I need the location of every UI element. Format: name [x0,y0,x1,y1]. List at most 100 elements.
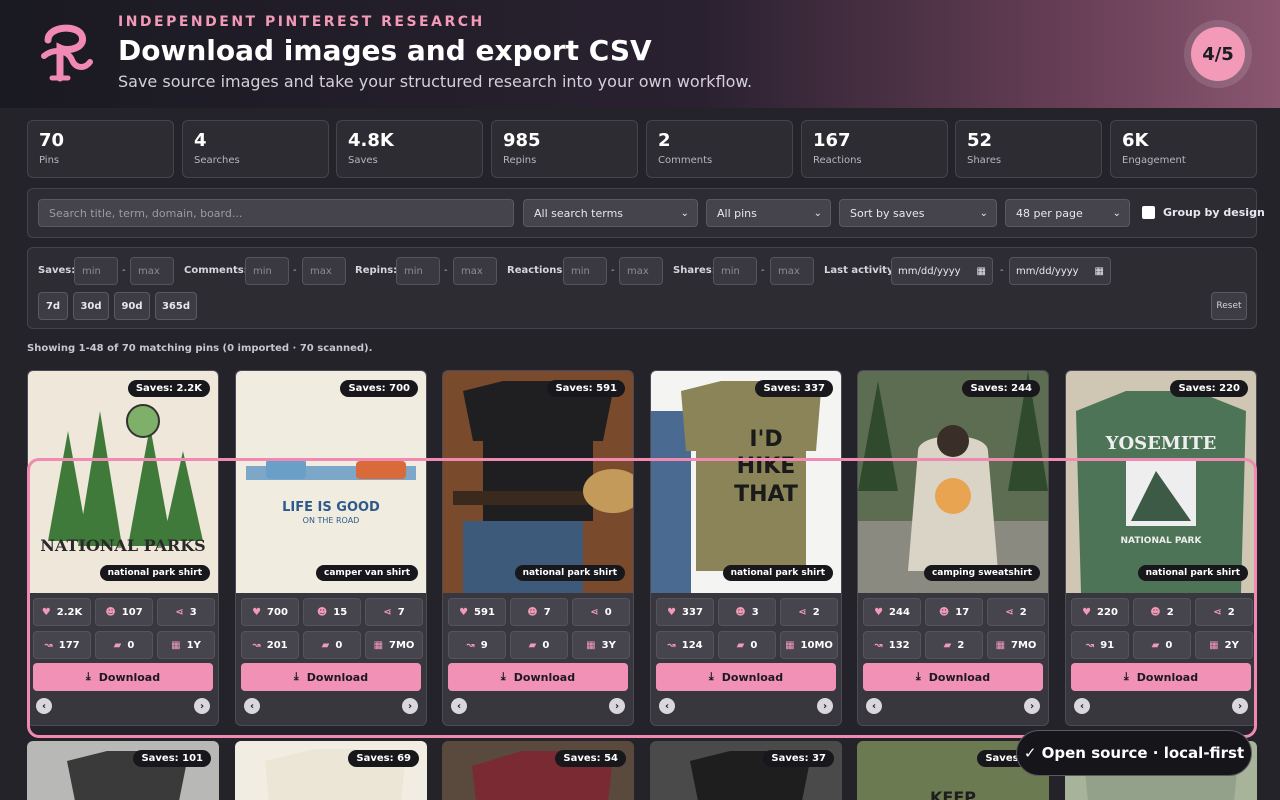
age-stat-value: 7MO [389,639,415,651]
smile-icon: ☻ [105,606,116,618]
shares-min-input[interactable]: min [713,257,757,285]
repins-min-input[interactable]: min [396,257,440,285]
shares-max-input[interactable]: max [770,257,814,285]
next-image-button[interactable]: › [1232,698,1248,714]
shares-stat: ⋖ 7 [365,598,423,626]
search-term-select[interactable]: All search terms ⌄ [523,199,698,227]
prev-image-button[interactable]: ‹ [866,698,882,714]
download-button[interactable]: ⤓ Download [656,663,836,691]
pin-type-value: All pins [717,206,757,220]
range-chip-90d[interactable]: 90d [114,292,150,320]
heart-icon: ♥ [252,606,262,618]
comments-max-input[interactable]: max [302,257,346,285]
download-button[interactable]: ⤓ Download [241,663,421,691]
reactions-min-input[interactable]: min [563,257,607,285]
per-page-select[interactable]: 48 per page ⌄ [1005,199,1130,227]
pin-card[interactable]: Saves: 244 camping sweatshirt ♥ 244 ☻ 17 ⋖ 2 ↝ 13… [857,370,1049,726]
share-icon: ⋖ [798,606,807,618]
shares-stat: ⋖ 2 [780,598,838,626]
range-chip-365d[interactable]: 365d [155,292,197,320]
download-label: Download [98,670,161,684]
repin-icon: ↝ [466,639,475,651]
stat-value: 167 [813,130,851,151]
comments-stat: ▰ 2 [925,631,983,659]
pin-type-select[interactable]: All pins ⌄ [706,199,831,227]
repin-icon: ↝ [44,639,53,651]
smile-icon: ☻ [316,606,328,618]
next-image-button[interactable]: › [817,698,833,714]
download-label: Download [513,670,576,684]
sort-value: Sort by saves [850,206,925,220]
download-label: Download [721,670,784,684]
prev-image-button[interactable]: ‹ [36,698,52,714]
next-image-button[interactable]: › [1024,698,1040,714]
stat-card-repins: 985 Repins [491,120,638,178]
repins-stat-value: 9 [480,639,488,651]
pin-card[interactable]: Saves: 54 [442,741,634,800]
stat-card-searches: 4 Searches [182,120,329,178]
heart-icon: ♥ [41,606,51,618]
heart-icon: ♥ [667,606,677,618]
reactions-max-input[interactable]: max [619,257,663,285]
saves-badge: Saves: 37 [763,750,834,767]
saves-badge: Saves: 591 [547,380,625,397]
next-image-button[interactable]: › [194,698,210,714]
age-stat: ▦ 3Y [572,631,630,659]
prev-image-button[interactable]: ‹ [659,698,675,714]
range-chip-7d[interactable]: 7d [38,292,68,320]
date-to-input[interactable]: mm/dd/yyyy ▦ [1009,257,1111,285]
search-input[interactable]: Search title, term, domain, board... [38,199,514,227]
heart-icon: ♥ [459,606,469,618]
prev-image-button[interactable]: ‹ [1074,698,1090,714]
comments-min-input[interactable]: min [245,257,289,285]
shares-stat: ⋖ 2 [987,598,1045,626]
pin-card[interactable]: Saves: 69 [235,741,427,800]
reset-button[interactable]: Reset [1211,292,1247,320]
prev-image-button[interactable]: ‹ [244,698,260,714]
comments-stat-value: 2 [957,639,965,651]
prev-image-button[interactable]: ‹ [451,698,467,714]
pin-card[interactable]: NATIONAL PARKS Saves: 2.2K national park s… [27,370,219,726]
saves-badge: Saves: 54 [555,750,626,767]
smile-icon: ☻ [938,606,950,618]
repins-range-label: Repins: [355,265,398,276]
group-by-design-checkbox[interactable] [1142,206,1155,219]
next-image-button[interactable]: › [609,698,625,714]
repins-max-input[interactable]: max [453,257,497,285]
date-from-input[interactable]: mm/dd/yyyy ▦ [891,257,993,285]
repins-stat: ↝ 91 [1071,631,1129,659]
next-image-button[interactable]: › [402,698,418,714]
likes-stat: ♥ 337 [656,598,714,626]
likes-stat: ♥ 244 [863,598,921,626]
pin-card[interactable]: Saves: 591 national park shirt ♥ 591 ☻ 7 ⋖ 0 ↝ 9 ▰… [442,370,634,726]
sort-select[interactable]: Sort by saves ⌄ [839,199,997,227]
svg-text:HIKE: HIKE [737,454,796,479]
repin-icon: ↝ [252,639,261,651]
comment-icon: ▰ [943,639,952,651]
download-button[interactable]: ⤓ Download [863,663,1043,691]
share-icon: ⋖ [590,606,599,618]
pin-card[interactable]: YOSEMITE NATIONAL PARK Saves: 220 national … [1065,370,1257,726]
download-button[interactable]: ⤓ Download [1071,663,1251,691]
group-by-design-toggle[interactable]: Group by design [1142,206,1265,219]
shares-stat-value: 3 [189,606,197,618]
repins-stat: ↝ 132 [863,631,921,659]
saves-min-input[interactable]: min [74,257,118,285]
download-button[interactable]: ⤓ Download [448,663,628,691]
pin-card[interactable]: Saves: 101 [27,741,219,800]
range-chip-30d[interactable]: 30d [73,292,109,320]
likes-stat: ♥ 591 [448,598,506,626]
pin-card[interactable]: Saves: 37 [650,741,842,800]
stat-label: Repins [503,155,537,166]
saves-max-input[interactable]: max [130,257,174,285]
pin-card[interactable]: LIFE IS GOOD ON THE ROAD Saves: 700 camper … [235,370,427,726]
svg-text:KEEP: KEEP [930,788,976,800]
smile-icon: ☻ [527,606,538,618]
download-button[interactable]: ⤓ Download [33,663,213,691]
comment-icon: ▰ [321,639,330,651]
comments-stat: ▰ 0 [1133,631,1191,659]
heart-icon: ♥ [1082,606,1092,618]
pin-card[interactable]: I'D HIKE THAT Saves: 337 national park shirt… [650,370,842,726]
comments-stat-value: 0 [127,639,135,651]
smile-icon: ☻ [1150,606,1161,618]
